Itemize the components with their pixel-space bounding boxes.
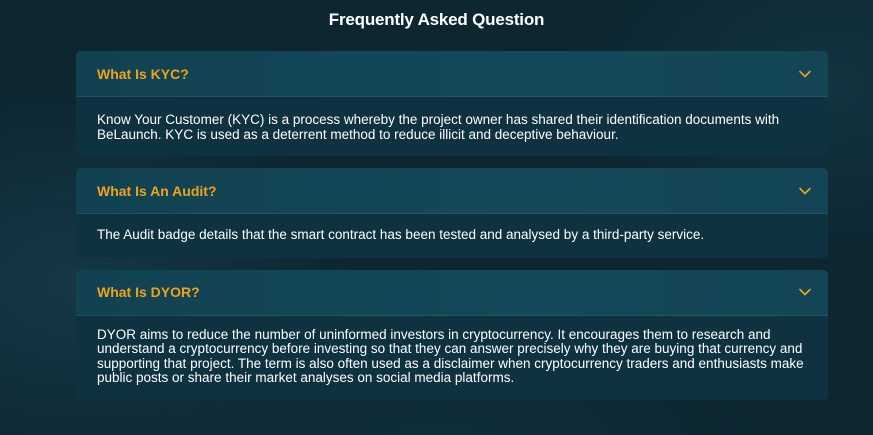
faq-question: What Is An Audit? [97,182,217,199]
faq-item-kyc: What Is KYC? Know Your Customer (KYC) is… [76,51,828,156]
faq-answer: Know Your Customer (KYC) is a process wh… [76,97,828,156]
chevron-down-icon[interactable] [798,184,812,198]
faq-list: What Is KYC? Know Your Customer (KYC) is… [76,51,828,412]
faq-question: What Is KYC? [97,65,189,82]
faq-question: What Is DYOR? [97,284,200,300]
faq-toggle-audit[interactable]: What Is An Audit? [76,168,828,214]
faq-item-audit: What Is An Audit? The Audit badge detail… [76,168,828,258]
faq-answer: DYOR aims to reduce the number of uninfo… [76,315,828,400]
faq-answer: The Audit badge details that the smart c… [76,214,828,258]
faq-item-dyor: What Is DYOR? DYOR aims to reduce the nu… [76,269,828,400]
faq-toggle-dyor[interactable]: What Is DYOR? [76,269,828,316]
chevron-down-icon[interactable] [798,285,812,299]
faq-toggle-kyc[interactable]: What Is KYC? [76,51,828,97]
chevron-down-icon[interactable] [798,67,812,81]
page-title: Frequently Asked Question [328,10,545,29]
